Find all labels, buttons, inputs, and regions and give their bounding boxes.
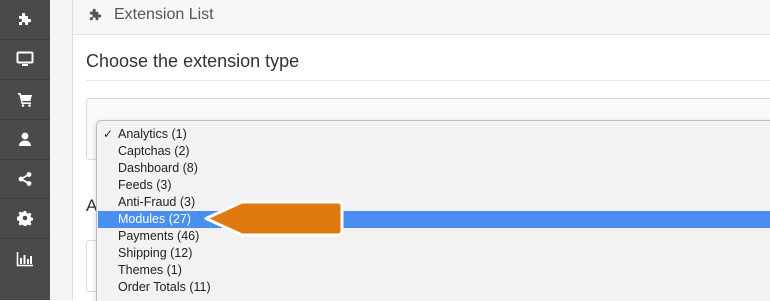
option-order-totals[interactable]: Order Totals (11) — [98, 279, 770, 296]
sidebar-item-sales[interactable] — [0, 80, 50, 118]
sidebar-item-marketing[interactable] — [0, 160, 50, 198]
sidebar-item-customers[interactable] — [0, 120, 50, 158]
checkmark-icon: ✓ — [103, 127, 114, 141]
option-captchas[interactable]: Captchas (2) — [98, 143, 770, 160]
user-icon — [19, 132, 31, 146]
sidebar-item-design[interactable] — [0, 40, 50, 78]
sidebar-item-system[interactable] — [0, 199, 50, 237]
sidebar-item-reports[interactable] — [0, 240, 50, 278]
panel-heading: Extension List — [73, 0, 770, 35]
option-label: Anti-Fraud (3) — [118, 195, 196, 209]
option-dashboard[interactable]: Dashboard (8) — [98, 160, 770, 177]
puzzle-icon — [89, 8, 102, 21]
section-title: Choose the extension type — [86, 51, 300, 71]
panel-title: Extension List — [114, 6, 214, 23]
option-payments[interactable]: Payments (46) — [98, 228, 770, 245]
option-label: Analytics (1) — [118, 127, 187, 141]
option-label: Order Totals (11) — [118, 280, 211, 294]
option-label: Modules (27) — [118, 212, 191, 226]
callout-arrow-icon — [204, 200, 344, 237]
option-label: Dashboard (8) — [118, 161, 198, 175]
option-modules[interactable]: Modules (27) — [98, 211, 770, 228]
sidebar-item-extensions[interactable] — [0, 0, 50, 38]
gear-icon — [17, 211, 33, 226]
option-label: Shipping (12) — [118, 246, 193, 260]
option-label: Feeds (3) — [118, 178, 172, 192]
option-analytics[interactable]: ✓ Analytics (1) — [98, 126, 770, 143]
content-gutter — [50, 0, 72, 300]
cart-icon — [18, 93, 32, 107]
bar-chart-icon — [16, 252, 33, 267]
option-label: Payments (46) — [118, 229, 200, 243]
divider — [86, 80, 770, 81]
option-themes[interactable]: Themes (1) — [98, 262, 770, 279]
option-feeds[interactable]: Feeds (3) — [98, 177, 770, 194]
puzzle-icon — [19, 12, 32, 25]
extension-type-dropdown[interactable]: ✓ Analytics (1) Captchas (2) Dashboard (… — [96, 120, 770, 301]
option-anti-fraud[interactable]: Anti-Fraud (3) — [98, 194, 770, 211]
share-icon — [18, 172, 32, 186]
monitor-icon — [16, 51, 34, 66]
option-shipping[interactable]: Shipping (12) — [98, 245, 770, 262]
sidebar — [0, 0, 50, 300]
option-label: Captchas (2) — [118, 144, 190, 158]
option-label: Themes (1) — [118, 263, 182, 277]
